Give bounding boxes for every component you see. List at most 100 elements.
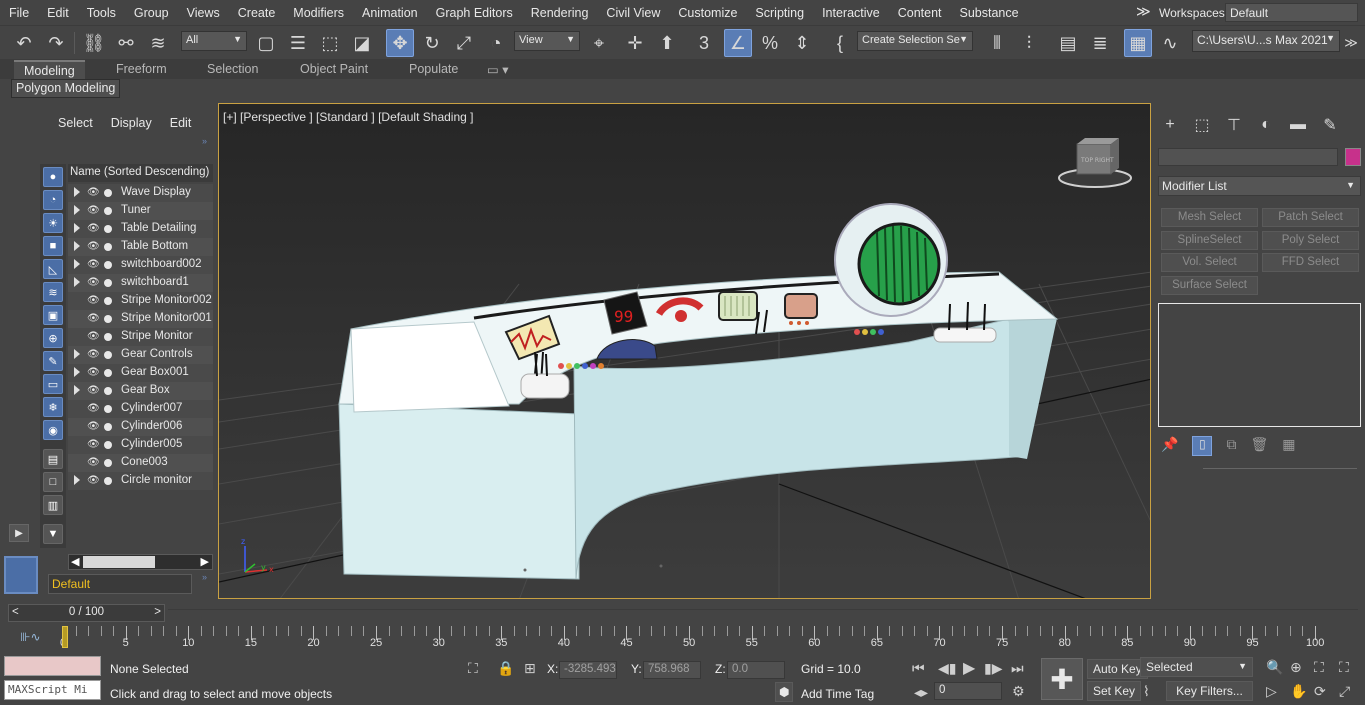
percent-snap-icon[interactable]: % bbox=[756, 29, 784, 57]
zoom-extents-icon[interactable]: ⛶ bbox=[1314, 659, 1324, 676]
scene-object-row[interactable]: 👁 Cylinder006 bbox=[68, 418, 213, 436]
modifier-list-dropdown[interactable]: Modifier List ▼ bbox=[1158, 176, 1361, 196]
named-selection-set-dropdown[interactable]: Create Selection Se ▼ bbox=[857, 31, 973, 51]
menu-interactive[interactable]: Interactive bbox=[813, 6, 889, 20]
select-and-place-icon[interactable]: ◔ bbox=[482, 29, 510, 57]
visibility-eye-icon[interactable]: 👁 bbox=[87, 313, 100, 324]
unlink-icon[interactable]: ⚯ bbox=[112, 29, 140, 57]
visibility-eye-icon[interactable]: 👁 bbox=[87, 367, 100, 378]
zoom-icon[interactable]: 🔍 bbox=[1266, 659, 1283, 676]
modifier-button-poly-select[interactable]: Poly Select bbox=[1262, 231, 1359, 250]
perspective-viewport[interactable]: 99 TOP RIGHT z y x [+] [Perspective] [S… bbox=[218, 103, 1151, 599]
maxscript-listener-output[interactable] bbox=[4, 656, 101, 676]
expand-triangle-icon[interactable] bbox=[74, 475, 80, 485]
redo-icon[interactable]: ↷ bbox=[42, 29, 70, 57]
visibility-eye-icon[interactable]: 👁 bbox=[87, 439, 100, 450]
current-frame-marker[interactable] bbox=[62, 626, 68, 648]
set-keys-button[interactable]: ✚ bbox=[1041, 658, 1083, 700]
menu-customize[interactable]: Customize bbox=[669, 6, 746, 20]
ribbon-tab-populate[interactable]: Populate bbox=[399, 60, 468, 79]
viewport-label-menu[interactable]: [+] [Perspective ] [Standard ] [Default … bbox=[223, 110, 473, 124]
scene-object-row[interactable]: 👁 Tuner bbox=[68, 202, 213, 220]
remove-modifier-icon[interactable]: 🗑 bbox=[1250, 436, 1268, 456]
object-color-swatch[interactable] bbox=[1345, 148, 1361, 166]
menu-civil-view[interactable]: Civil View bbox=[597, 6, 669, 20]
scene-object-row[interactable]: 👁 Stripe Monitor002 bbox=[68, 292, 213, 310]
scrollbar-thumb[interactable] bbox=[83, 556, 155, 568]
hidden-filter-icon[interactable]: ◉ bbox=[43, 420, 63, 440]
project-folder-dropdown[interactable]: C:\Users\U...s Max 2021 ▼ bbox=[1192, 30, 1340, 52]
groups-filter-icon[interactable]: ▣ bbox=[43, 305, 63, 325]
menu-graph-editors[interactable]: Graph Editors bbox=[427, 6, 522, 20]
select-and-move-icon[interactable]: ✥ bbox=[386, 29, 414, 57]
time-configuration-icon[interactable]: ⚙ bbox=[1012, 683, 1025, 700]
freeze-dot-icon[interactable] bbox=[104, 405, 112, 413]
freeze-dot-icon[interactable] bbox=[104, 261, 112, 269]
key-mode-dropdown[interactable]: Selected ▼ bbox=[1140, 657, 1253, 677]
expand-triangle-icon[interactable] bbox=[74, 385, 80, 395]
expand-triangle-icon[interactable] bbox=[74, 349, 80, 359]
frame-ruler[interactable]: 0510152025303540455055606570758085909510… bbox=[57, 624, 1327, 652]
default-tangents-icon[interactable]: ⌇ bbox=[1143, 683, 1150, 700]
field-of-view-icon[interactable]: ▷ bbox=[1266, 683, 1277, 700]
modifier-button-mesh-select[interactable]: Mesh Select bbox=[1161, 208, 1258, 227]
expand-triangle-icon[interactable] bbox=[74, 277, 80, 287]
freeze-dot-icon[interactable] bbox=[104, 207, 112, 215]
add-time-tag-button[interactable]: ⬢ bbox=[775, 682, 794, 702]
set-key-button[interactable]: Set Key bbox=[1087, 681, 1142, 701]
key-filters-button[interactable]: Key Filters... bbox=[1166, 681, 1253, 701]
modifier-button-vol-select[interactable]: Vol. Select bbox=[1161, 253, 1258, 272]
scene-object-row[interactable]: 👁 Gear Box001 bbox=[68, 364, 213, 382]
current-frame-field[interactable]: 0 bbox=[934, 682, 1002, 700]
invert-filter-icon[interactable]: ▥ bbox=[43, 495, 63, 515]
all-filter-icon[interactable]: ▤ bbox=[43, 449, 63, 469]
menu-create[interactable]: Create bbox=[229, 6, 285, 20]
mirror-icon[interactable]: ⫴ bbox=[983, 29, 1011, 57]
layer-arrows-icon[interactable]: » bbox=[202, 572, 207, 582]
next-frame-icon[interactable]: ▮▶ bbox=[984, 660, 1002, 677]
select-manipulate-icon[interactable]: ✛ bbox=[621, 29, 649, 57]
make-unique-icon[interactable]: ⧉ bbox=[1226, 436, 1236, 456]
modifier-button-ffd-select[interactable]: FFD Select bbox=[1262, 253, 1359, 272]
explorer-menu-display[interactable]: Display bbox=[111, 116, 152, 130]
viewport-layout-preview[interactable] bbox=[4, 556, 38, 594]
visibility-eye-icon[interactable]: 👁 bbox=[87, 277, 100, 288]
scene-object-row[interactable]: 👁 Table Bottom bbox=[68, 238, 213, 256]
freeze-dot-icon[interactable] bbox=[104, 315, 112, 323]
y-coordinate-field[interactable]: 758.968 bbox=[643, 661, 701, 679]
time-slider-track[interactable] bbox=[168, 609, 1358, 610]
window-crossing-icon[interactable]: ◪ bbox=[348, 29, 376, 57]
absolute-mode-icon[interactable]: ⊞ bbox=[524, 660, 536, 677]
freeze-dot-icon[interactable] bbox=[104, 423, 112, 431]
menu-content[interactable]: Content bbox=[889, 6, 951, 20]
freeze-dot-icon[interactable] bbox=[104, 459, 112, 467]
modifier-button-patch-select[interactable]: Patch Select bbox=[1262, 208, 1359, 227]
ribbon-tab-freeform[interactable]: Freeform bbox=[106, 60, 177, 79]
visibility-eye-icon[interactable]: 👁 bbox=[87, 385, 100, 396]
freeze-dot-icon[interactable] bbox=[104, 351, 112, 359]
menu-modifiers[interactable]: Modifiers bbox=[284, 6, 353, 20]
expand-triangle-icon[interactable] bbox=[74, 367, 80, 377]
scroll-left-icon[interactable]: ◀ bbox=[71, 555, 79, 568]
helpers-filter-icon[interactable]: ◺ bbox=[43, 259, 63, 279]
modifier-stack[interactable] bbox=[1158, 303, 1361, 427]
orbit-icon[interactable]: ⟳ bbox=[1314, 683, 1326, 700]
visibility-eye-icon[interactable]: 👁 bbox=[87, 187, 100, 198]
zoom-extents-all-icon[interactable]: ⛶ bbox=[1339, 659, 1349, 676]
column-header-name[interactable]: Name (Sorted Descending) bbox=[68, 164, 213, 182]
freeze-dot-icon[interactable] bbox=[104, 333, 112, 341]
scene-explorer-toggle-icon[interactable]: ▤ bbox=[1054, 29, 1082, 57]
freeze-dot-icon[interactable] bbox=[104, 189, 112, 197]
visibility-eye-icon[interactable]: 👁 bbox=[87, 457, 100, 468]
undo-icon[interactable]: ↶ bbox=[10, 29, 38, 57]
edit-named-selection-icon[interactable]: { bbox=[826, 29, 854, 57]
align-icon[interactable]: ⫶ bbox=[1015, 29, 1043, 57]
menu-substance[interactable]: Substance bbox=[951, 6, 1028, 20]
go-to-start-icon[interactable]: ⏮ bbox=[912, 660, 925, 677]
containers-filter-icon[interactable]: ▭ bbox=[43, 374, 63, 394]
pivot-center-icon[interactable]: ⌖ bbox=[585, 29, 613, 57]
modifier-button-splineselect[interactable]: SplineSelect bbox=[1161, 231, 1258, 250]
expand-triangle-icon[interactable] bbox=[74, 259, 80, 269]
scene-object-row[interactable]: 👁 Table Detailing bbox=[68, 220, 213, 238]
select-object-icon[interactable]: ▢ bbox=[252, 29, 280, 57]
